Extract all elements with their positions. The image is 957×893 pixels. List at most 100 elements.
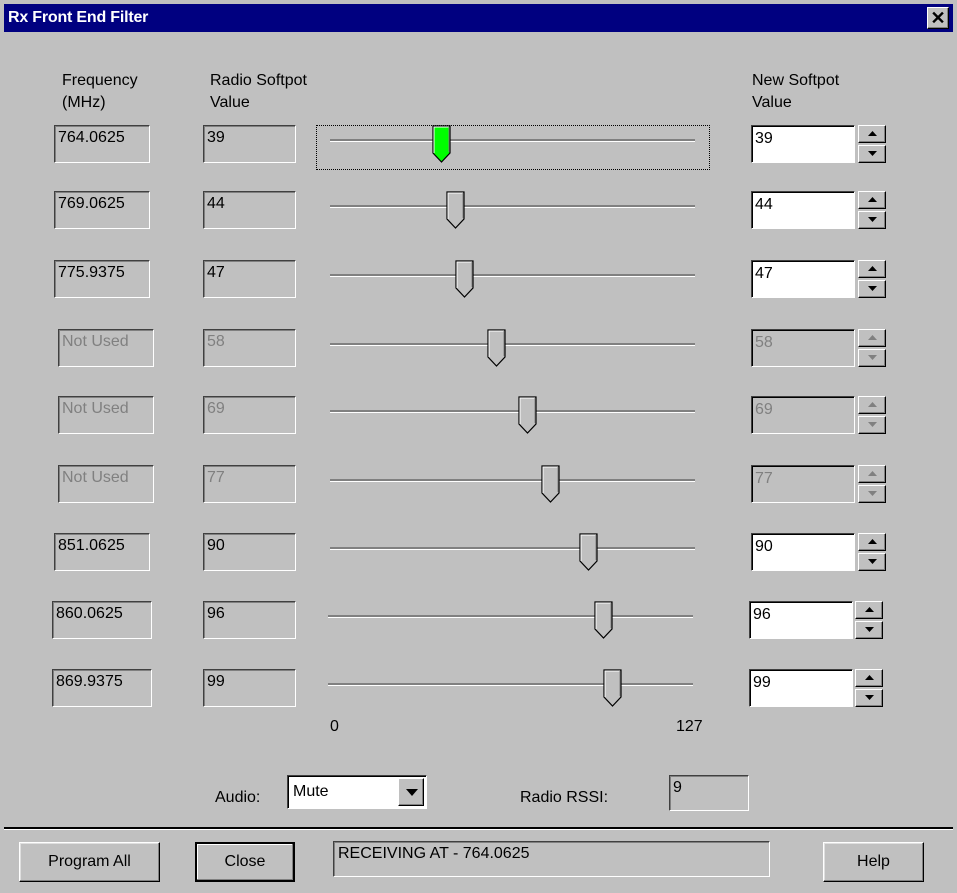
- audio-select[interactable]: Mute: [287, 775, 427, 809]
- audio-label: Audio:: [215, 789, 261, 806]
- radio-softpot-header-line2: Value: [210, 94, 250, 111]
- spin-down-button[interactable]: [858, 553, 886, 571]
- spin-down-button[interactable]: [858, 211, 886, 229]
- spin-up-button[interactable]: [858, 191, 886, 209]
- new-softpot-spinner[interactable]: [858, 125, 886, 163]
- new-softpot-input[interactable]: 90: [751, 533, 855, 571]
- new-softpot-spinner[interactable]: [855, 669, 883, 707]
- window-title: Rx Front End Filter: [8, 9, 149, 26]
- audio-dropdown-button[interactable]: [398, 778, 424, 806]
- new-softpot-spinner: [858, 329, 886, 367]
- spin-up-button: [858, 396, 886, 414]
- radio-softpot-value: 69: [203, 396, 296, 434]
- spin-down-button[interactable]: [858, 280, 886, 298]
- arrow-up-icon: [868, 266, 877, 271]
- close-button[interactable]: Close: [195, 842, 295, 882]
- arrow-up-icon: [865, 607, 874, 612]
- slider-track[interactable]: [330, 274, 695, 277]
- new-softpot-input: 58: [751, 329, 855, 367]
- slider-track[interactable]: [330, 547, 695, 550]
- slider-thumb-icon: [487, 329, 506, 367]
- status-bar: RECEIVING AT - 764.0625: [333, 841, 770, 877]
- spin-up-button: [858, 465, 886, 483]
- arrow-up-icon: [868, 402, 877, 407]
- title-bar[interactable]: Rx Front End Filter ✕: [4, 4, 953, 32]
- frequency-field: 860.0625: [52, 601, 152, 639]
- new-softpot-spinner[interactable]: [858, 191, 886, 229]
- close-icon: ✕: [930, 8, 946, 28]
- slider-track[interactable]: [328, 615, 693, 618]
- frequency-field: 869.9375: [52, 669, 152, 707]
- arrow-down-icon: [865, 695, 874, 700]
- slider-thumb[interactable]: [454, 259, 476, 298]
- slider-track[interactable]: [330, 410, 695, 413]
- new-softpot-input[interactable]: 96: [749, 601, 853, 639]
- radio-softpot-value: 96: [203, 601, 296, 639]
- new-softpot-input[interactable]: 99: [749, 669, 853, 707]
- radio-softpot-value: 44: [203, 191, 296, 229]
- slider-thumb-icon: [446, 191, 465, 229]
- program-all-button[interactable]: Program All: [19, 842, 160, 882]
- new-softpot-spinner[interactable]: [858, 260, 886, 298]
- frequency-field: Not Used: [58, 329, 154, 367]
- slider-thumb[interactable]: [517, 395, 539, 434]
- arrow-down-icon: [868, 286, 877, 291]
- frequency-header: Frequency (MHz): [62, 70, 138, 114]
- new-softpot-input[interactable]: 44: [751, 191, 855, 229]
- arrow-up-icon: [868, 539, 877, 544]
- slider-track[interactable]: [330, 343, 695, 346]
- arrow-down-icon: [868, 151, 877, 156]
- slider-thumb-icon: [603, 669, 622, 707]
- new-softpot-input[interactable]: 39: [751, 125, 855, 163]
- help-button[interactable]: Help: [823, 842, 924, 882]
- new-softpot-input[interactable]: 47: [751, 260, 855, 298]
- slider-thumb[interactable]: [431, 124, 453, 163]
- arrow-down-icon: [868, 217, 877, 222]
- slider-thumb-icon: [594, 601, 613, 639]
- slider-thumb[interactable]: [593, 600, 615, 639]
- spin-down-button: [858, 485, 886, 503]
- frequency-field: 764.0625: [54, 125, 150, 163]
- slider-thumb[interactable]: [445, 190, 467, 229]
- radio-softpot-header-line1: Radio Softpot: [210, 72, 307, 89]
- spin-down-button[interactable]: [855, 689, 883, 707]
- spin-up-button[interactable]: [858, 533, 886, 551]
- spin-up-button[interactable]: [855, 601, 883, 619]
- slider-thumb-icon: [541, 465, 560, 503]
- close-window-button[interactable]: ✕: [927, 7, 949, 29]
- slider-thumb[interactable]: [578, 532, 600, 571]
- frequency-field: 851.0625: [54, 533, 150, 571]
- spin-up-button[interactable]: [855, 669, 883, 687]
- new-softpot-spinner: [858, 396, 886, 434]
- radio-softpot-value: 77: [203, 465, 296, 503]
- new-softpot-spinner[interactable]: [858, 533, 886, 571]
- divider-highlight: [4, 829, 953, 830]
- new-softpot-spinner[interactable]: [855, 601, 883, 639]
- rssi-value: 9: [669, 775, 749, 811]
- spin-up-button[interactable]: [858, 125, 886, 143]
- slider-track[interactable]: [328, 683, 693, 686]
- slider-thumb-icon: [455, 260, 474, 298]
- rx-front-end-filter-dialog: Rx Front End Filter ✕ Frequency (MHz) Ra…: [0, 0, 957, 893]
- arrow-up-icon: [868, 471, 877, 476]
- frequency-field: 775.9375: [54, 260, 150, 298]
- slider-thumb[interactable]: [486, 328, 508, 367]
- new-softpot-input: 69: [751, 396, 855, 434]
- radio-softpot-value: 39: [203, 125, 296, 163]
- slider-track[interactable]: [330, 479, 695, 482]
- slider-track[interactable]: [330, 205, 695, 208]
- spin-down-button: [858, 416, 886, 434]
- slider-thumb[interactable]: [540, 464, 562, 503]
- spin-up-button[interactable]: [858, 260, 886, 278]
- new-softpot-header-line1: New Softpot: [752, 72, 840, 89]
- new-softpot-header: New Softpot Value: [752, 70, 839, 114]
- spin-down-button[interactable]: [858, 145, 886, 163]
- slider-thumb[interactable]: [602, 668, 624, 707]
- frequency-header-line1: Frequency: [62, 72, 138, 89]
- spin-down-button[interactable]: [855, 621, 883, 639]
- slider-thumb-icon: [579, 533, 598, 571]
- arrow-down-icon: [868, 559, 877, 564]
- slider-thumb-icon: [518, 396, 537, 434]
- frequency-header-line2: (MHz): [62, 94, 106, 111]
- slider-track[interactable]: [330, 139, 695, 142]
